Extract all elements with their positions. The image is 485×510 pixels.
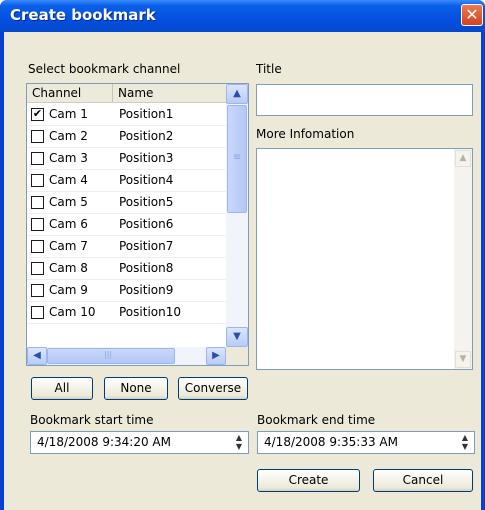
name-cell: Position10 <box>119 305 181 319</box>
channel-section-label: Select bookmark channel <box>28 62 181 76</box>
more-info-label: More Infomation <box>256 127 355 141</box>
channel-cell: Cam 3 <box>49 151 88 165</box>
channel-checkbox[interactable] <box>31 284 44 297</box>
channel-checkbox[interactable] <box>31 196 44 209</box>
table-row[interactable]: Cam 3 Position3 <box>27 148 226 170</box>
channel-checkbox[interactable] <box>31 262 44 275</box>
title-bar[interactable]: Create bookmark ✕ <box>0 0 485 32</box>
end-time-label: Bookmark end time <box>257 413 376 427</box>
channel-cell: Cam 8 <box>49 261 88 275</box>
channel-list[interactable]: Channel Name ✔ Cam 1 Position1 Cam 2 Positio… <box>26 83 249 366</box>
scrollbar-corner <box>226 347 248 365</box>
info-scroll-down-button[interactable]: ▼ <box>455 351 471 368</box>
end-time-picker[interactable]: 4/18/2008 9:35:33 AM ▲ ▼ <box>257 431 475 454</box>
channel-checkbox[interactable] <box>31 130 44 143</box>
channel-checkbox[interactable] <box>31 306 44 319</box>
channel-checkbox[interactable] <box>31 240 44 253</box>
name-cell: Position5 <box>119 195 174 209</box>
channel-cell: Cam 7 <box>49 239 88 253</box>
start-time-decrement-icon[interactable]: ▼ <box>231 442 247 451</box>
name-cell: Position9 <box>119 283 174 297</box>
end-time-spinner[interactable]: ▲ ▼ <box>457 433 473 452</box>
channel-rows: ✔ Cam 1 Position1 Cam 2 Position2 Cam 3 Positi… <box>27 104 226 324</box>
table-row[interactable]: Cam 2 Position2 <box>27 126 226 148</box>
vertical-scrollbar[interactable]: ▲ ≡ ▼ <box>226 84 248 347</box>
title-label: Title <box>256 62 282 76</box>
table-row[interactable]: Cam 9 Position9 <box>27 280 226 302</box>
channel-cell: Cam 10 <box>49 305 96 319</box>
table-row[interactable]: Cam 6 Position6 <box>27 214 226 236</box>
select-all-button[interactable]: All <box>31 377 93 400</box>
channel-checkbox[interactable] <box>31 218 44 231</box>
channel-cell: Cam 9 <box>49 283 88 297</box>
channel-cell: Cam 1 <box>49 107 88 121</box>
start-time-increment-icon[interactable]: ▲ <box>231 433 247 442</box>
scroll-left-button[interactable]: ◀ <box>27 347 47 365</box>
start-time-picker[interactable]: 4/18/2008 9:34:20 AM ▲ ▼ <box>30 431 249 454</box>
horizontal-scrollbar[interactable]: ◀ ||| ▶ <box>27 347 226 365</box>
info-scroll-up-button[interactable]: ▲ <box>455 150 471 167</box>
hthumb-grip-icon: ||| <box>104 350 113 359</box>
list-header: Channel Name <box>27 84 226 103</box>
end-time-value: 4/18/2008 9:35:33 AM <box>264 435 398 449</box>
more-info-textarea[interactable]: ▲ ▼ <box>256 148 473 370</box>
column-header-name[interactable]: Name <box>113 84 226 103</box>
scroll-right-button[interactable]: ▶ <box>206 347 226 365</box>
dialog-title: Create bookmark <box>10 6 156 24</box>
title-input[interactable] <box>256 84 473 116</box>
channel-checkbox[interactable] <box>31 174 44 187</box>
create-button[interactable]: Create <box>257 469 360 492</box>
close-button[interactable]: ✕ <box>461 4 483 26</box>
select-none-button[interactable]: None <box>104 377 168 400</box>
channel-cell: Cam 4 <box>49 173 88 187</box>
name-cell: Position8 <box>119 261 174 275</box>
channel-checkbox[interactable] <box>31 152 44 165</box>
name-cell: Position1 <box>119 107 174 121</box>
table-row[interactable]: Cam 4 Position4 <box>27 170 226 192</box>
converse-selection-button[interactable]: Converse <box>178 377 248 400</box>
cancel-button[interactable]: Cancel <box>373 469 473 492</box>
channel-cell: Cam 2 <box>49 129 88 143</box>
start-time-value: 4/18/2008 9:34:20 AM <box>37 435 171 449</box>
channel-cell: Cam 6 <box>49 217 88 231</box>
channel-cell: Cam 5 <box>49 195 88 209</box>
thumb-grip-icon: ≡ <box>233 152 242 163</box>
table-row[interactable]: Cam 8 Position8 <box>27 258 226 280</box>
table-row[interactable]: ✔ Cam 1 Position1 <box>27 104 226 126</box>
name-cell: Position7 <box>119 239 174 253</box>
channel-checkbox[interactable]: ✔ <box>31 108 44 121</box>
name-cell: Position2 <box>119 129 174 143</box>
start-time-label: Bookmark start time <box>30 413 154 427</box>
table-row[interactable]: Cam 5 Position5 <box>27 192 226 214</box>
column-header-channel[interactable]: Channel <box>27 84 113 103</box>
name-cell: Position6 <box>119 217 174 231</box>
horizontal-scroll-thumb[interactable]: ||| <box>47 348 175 364</box>
info-scrollbar[interactable]: ▲ ▼ <box>454 149 472 369</box>
name-cell: Position3 <box>119 151 174 165</box>
scroll-down-button[interactable]: ▼ <box>226 327 248 347</box>
end-time-decrement-icon[interactable]: ▼ <box>457 442 473 451</box>
end-time-increment-icon[interactable]: ▲ <box>457 433 473 442</box>
scroll-up-button[interactable]: ▲ <box>226 84 248 104</box>
table-row[interactable]: Cam 10 Position10 <box>27 302 226 324</box>
vertical-scroll-thumb[interactable]: ≡ <box>227 105 247 213</box>
name-cell: Position4 <box>119 173 174 187</box>
table-row[interactable]: Cam 7 Position7 <box>27 236 226 258</box>
start-time-spinner[interactable]: ▲ ▼ <box>231 433 247 452</box>
